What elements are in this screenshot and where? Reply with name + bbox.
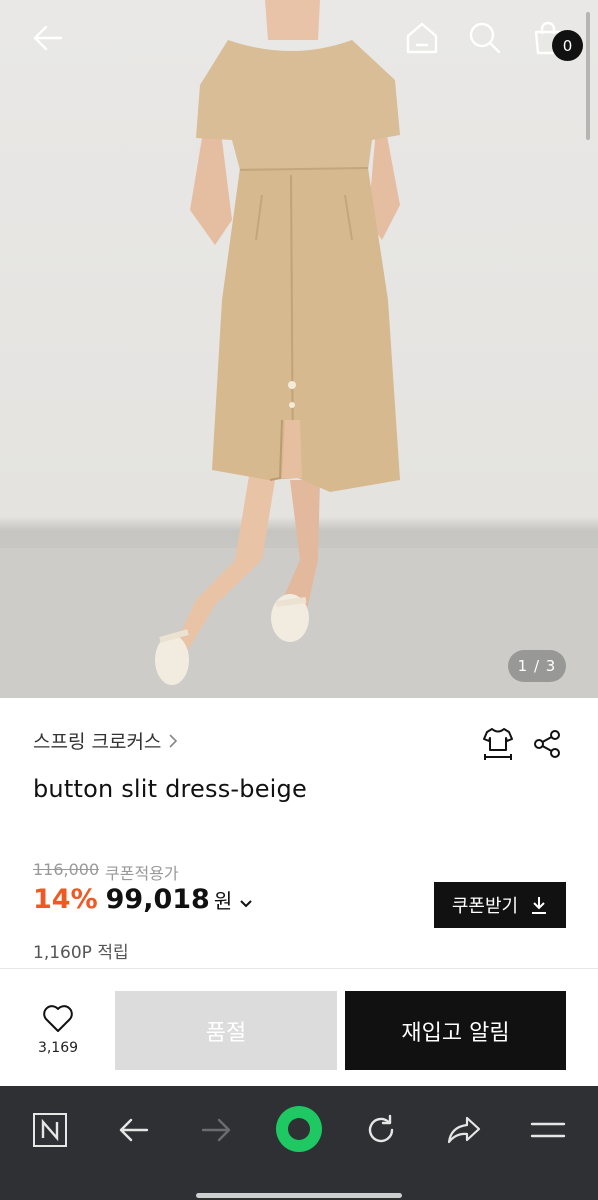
green-dot-icon: [276, 1106, 322, 1152]
reward-points: 1,160P 적립: [33, 943, 129, 963]
search-icon: [469, 22, 501, 54]
reload-button[interactable]: [357, 1106, 405, 1154]
chevron-down-icon[interactable]: [238, 898, 254, 910]
heart-icon: [43, 1005, 73, 1032]
share-icon: [534, 730, 560, 758]
home-icon: [406, 22, 438, 54]
back-button[interactable]: [28, 18, 68, 58]
size-guide-icon: [483, 728, 513, 760]
reload-icon: [368, 1114, 394, 1143]
page-scrollbar[interactable]: [586, 12, 590, 140]
product-photo: [0, 0, 598, 698]
discount-rate: 14%: [33, 884, 98, 915]
naver-home-button[interactable]: [26, 1106, 74, 1154]
share-arrow-icon: [447, 1116, 481, 1144]
image-page-indicator: 1 / 3: [508, 650, 566, 682]
original-price: 116,000: [33, 860, 100, 879]
get-coupon-label: 쿠폰받기: [451, 896, 519, 917]
home-indicator[interactable]: [196, 1193, 402, 1198]
browser-share-button[interactable]: [440, 1106, 488, 1154]
cart-count-badge: 0: [552, 30, 583, 61]
browser-forward-button[interactable]: [192, 1106, 240, 1154]
download-icon: [532, 897, 547, 914]
brand-link[interactable]: 스프링 크로커스: [33, 727, 179, 754]
menu-button[interactable]: [524, 1106, 572, 1154]
menu-icon: [530, 1122, 566, 1138]
naver-n-icon: [33, 1113, 67, 1147]
back-icon: [119, 1118, 149, 1142]
price-row[interactable]: 14% 99,018 원: [33, 884, 254, 915]
browser-back-button[interactable]: [110, 1106, 158, 1154]
green-dot-button[interactable]: [273, 1103, 325, 1155]
like-count: 3,169: [37, 1040, 79, 1056]
home-button[interactable]: [402, 18, 442, 58]
product-title: button slit dress-beige: [33, 775, 307, 803]
restock-alert-button[interactable]: 재입고 알림: [345, 991, 566, 1070]
sale-price: 99,018: [105, 884, 210, 915]
sold-out-button[interactable]: 품절: [115, 991, 337, 1070]
chevron-right-icon: [169, 733, 178, 748]
back-arrow-icon: [33, 25, 63, 51]
currency-unit: 원: [213, 889, 233, 913]
share-button[interactable]: [529, 725, 565, 763]
size-guide-button[interactable]: [480, 725, 516, 763]
get-coupon-button[interactable]: 쿠폰받기: [434, 882, 566, 928]
forward-icon: [201, 1118, 231, 1142]
search-button[interactable]: [465, 18, 505, 58]
brand-name: 스프링 크로커스: [33, 731, 162, 753]
coupon-price-note: 쿠폰적용가: [105, 864, 179, 883]
section-divider: [0, 968, 598, 969]
browser-toolbar: [0, 1086, 598, 1200]
like-button[interactable]: 3,169: [28, 1004, 88, 1064]
product-image[interactable]: 0 1 / 3: [0, 0, 598, 698]
